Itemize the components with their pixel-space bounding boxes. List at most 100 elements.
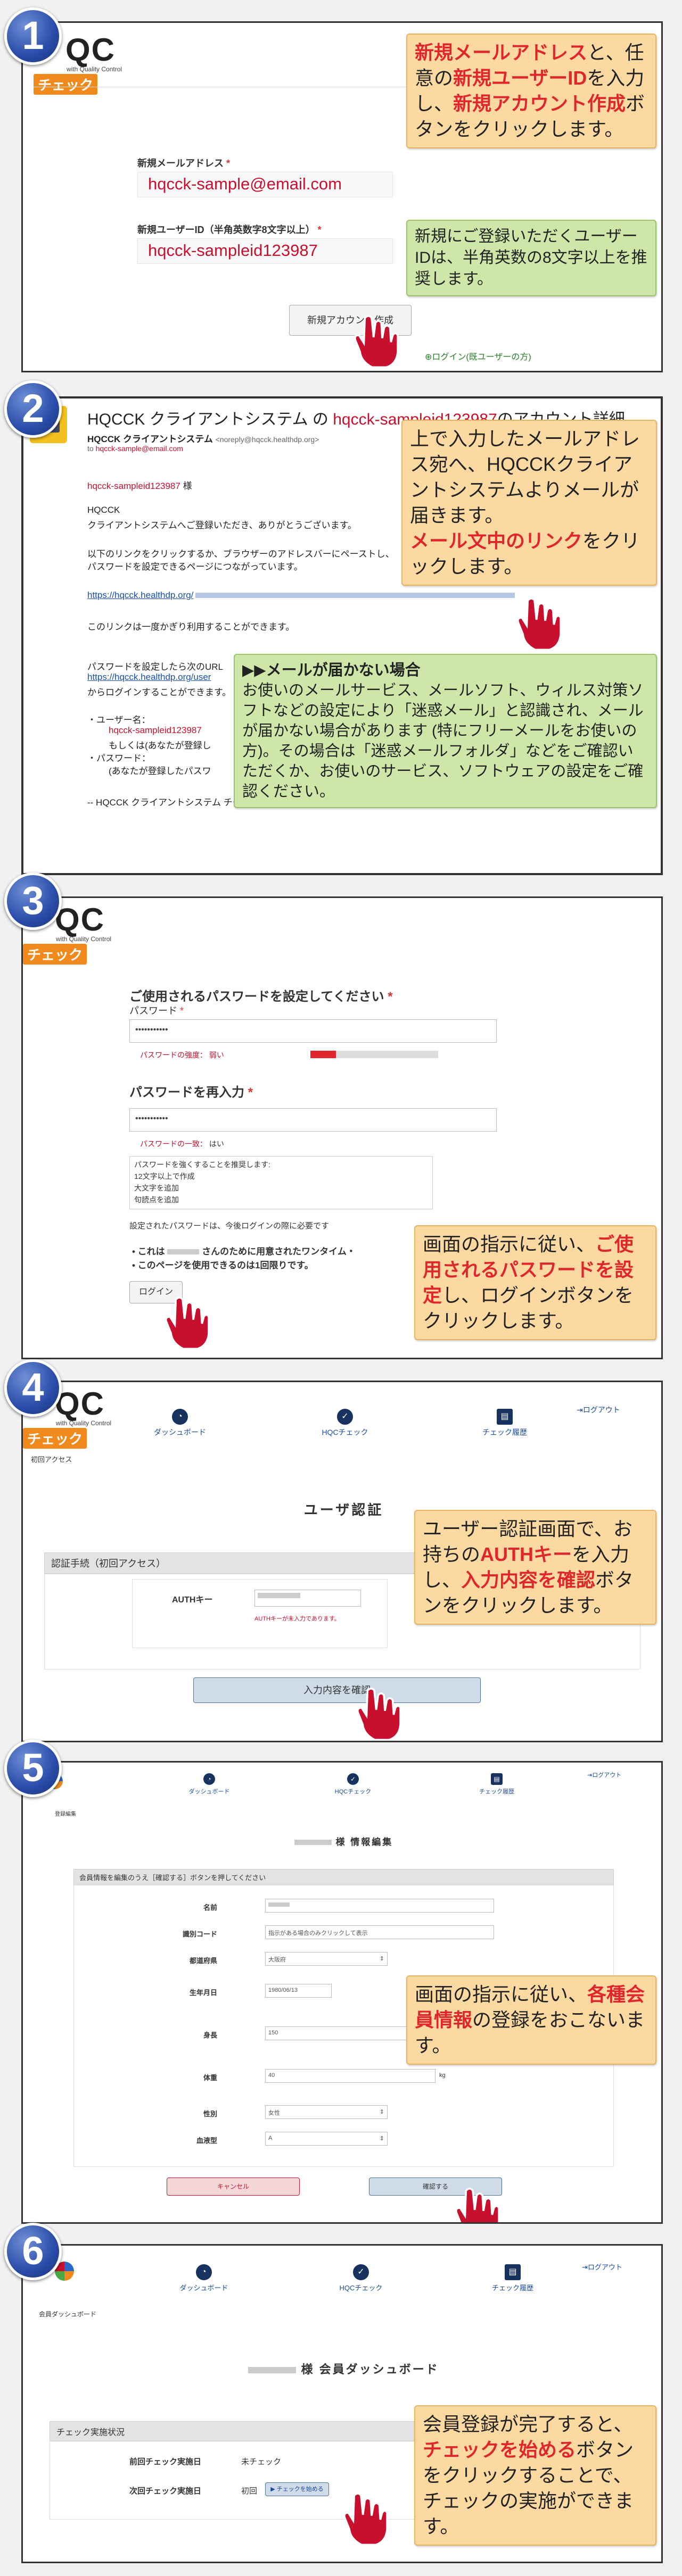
userid-value: hqcck-sampleid123987 <box>148 241 318 260</box>
strength-meter <box>310 1051 438 1058</box>
field-label-prefecture: 都道府県 <box>189 1957 217 1965</box>
start-check-button[interactable]: ▶ チェックを始める <box>265 2482 329 2496</box>
step-number-5: 5 <box>4 1740 62 1797</box>
name-input[interactable] <box>265 1899 494 1913</box>
nav-history[interactable]: ▤ チェック履歴 <box>475 2264 550 2292</box>
mail-body-2: クライアントシステムへご登録いただき、ありがとうございます。 <box>87 520 357 530</box>
step4-panel: QC with Quality Control チェック ◔ ダッシュボード ✓ HQC… <box>21 1381 663 1742</box>
mail-body-5: このリンクは一度かぎり利用することができます。 <box>87 622 295 632</box>
cancel-button[interactable]: キャンセル <box>167 2178 300 2196</box>
next-check-value: 初回 <box>241 2487 258 2496</box>
field-label-gender: 性別 <box>203 2110 217 2118</box>
strength-meter-fill <box>310 1051 336 1058</box>
step2-callout: 上で入力したメールアドレス宛へ、HQCCKクライアントシステムよりメールが届きま… <box>401 420 657 586</box>
step6-panel: ◔ ダッシュボード ✓ HQCチェック ▤ チェック履歴 ⇥ログアウト 会員ダッシュボ… <box>21 2244 663 2563</box>
mail-body-1: HQCCK <box>87 505 120 515</box>
history-icon: ▤ <box>491 1773 503 1785</box>
field-label-height: 身長 <box>203 2031 217 2039</box>
last-check-value: 未チェック <box>241 2457 282 2466</box>
check-icon: ✓ <box>347 1773 359 1785</box>
nav-dashboard[interactable]: ◔ ダッシュボード <box>177 1773 241 1796</box>
field-label-birthday: 生年月日 <box>189 1989 217 1997</box>
strength-label: パスワードの強度： 弱い <box>140 1051 224 1059</box>
gauge-icon: ◔ <box>203 1773 215 1785</box>
userid-label: 新規ユーザーID（半角英数字8文字以上） * <box>137 225 322 235</box>
field-label-weight: 体重 <box>203 2074 217 2082</box>
breadcrumb: 初回アクセス <box>31 1456 72 1464</box>
logo-check-badge: チェック <box>34 74 98 95</box>
mail-pass-note: (あなたが登録したパスワ <box>109 766 211 776</box>
pw-title: ご使用されるパスワードを設定してください * <box>129 990 393 1004</box>
step2-green-callout: ▶▶メールが届かない場合 お使いのメールサービス、メールソフト、ウィルス対策ソフト… <box>234 654 657 808</box>
prefecture-select[interactable]: 大阪府 ⇕ <box>265 1952 388 1966</box>
mail-link-1[interactable]: https://hqcck.healthdp.org/ <box>87 590 515 601</box>
mail-user-value: hqcck-sampleid123987 <box>109 725 202 735</box>
pw-note: 設定されたパスワードは、今後ログインの際に必要です <box>129 1221 330 1231</box>
logout-link[interactable]: ⇥ログアウト <box>582 2262 622 2272</box>
mail-user-note: もしくは(あなたが登録し <box>109 741 211 751</box>
password-tips: パスワードを強くすることを推奨します: 12文字以上で作成 大文字を追加 句読点を追加 <box>129 1156 433 1209</box>
code-input[interactable]: 指示がある場合のみクリックして表示 <box>265 1925 494 1939</box>
next-check-label: 次回チェック実施日 <box>129 2487 202 2496</box>
hand-pointer-icon <box>165 1297 210 1350</box>
nav-dashboard[interactable]: ◔ ダッシュボード <box>167 2264 241 2292</box>
logout-link[interactable]: ⇥ログアウト <box>587 1771 621 1779</box>
mail-link-2[interactable]: https://hqcck.healthdp.org/user <box>87 672 211 683</box>
play-icon: ▶ <box>270 2486 275 2492</box>
mail-sender: HQCCK クライアントシステム <noreply@hqcck.healthdp… <box>87 434 319 444</box>
email-label: 新規メールアドレス * <box>137 158 231 169</box>
nav-hqc-check[interactable]: ✓ HQCチェック <box>310 1409 380 1437</box>
check-icon: ✓ <box>353 2264 369 2280</box>
step-number-4: 4 <box>4 1359 62 1417</box>
nav-history[interactable]: ▤ チェック履歴 <box>470 1409 539 1437</box>
once-note: • このページを使用できるのは1回限りです。 <box>132 1260 314 1270</box>
logo-subtitle: with Quality Control <box>67 65 122 73</box>
section-header: 会員情報を編集のうえ［確認する］ボタンを押してください <box>73 1869 614 1885</box>
step2-panel: HQCCK クライアントシステム の hqcck-sampleid123987の… <box>21 396 663 875</box>
logout-link[interactable]: ⇥ログアウト <box>577 1405 620 1415</box>
field-label-blood: 血液型 <box>196 2137 217 2145</box>
page-title: 様 情報編集 <box>23 1834 661 1848</box>
history-icon: ▤ <box>505 2264 521 2280</box>
weight-input[interactable]: 40 <box>265 2069 436 2083</box>
email-value: hqcck-sample@email.com <box>148 174 342 193</box>
birthday-input[interactable]: 1980/06/13 <box>265 1984 332 1998</box>
nav-dashboard[interactable]: ◔ ダッシュボード <box>145 1409 215 1437</box>
mail-to: to hqcck-sample@email.com <box>87 444 183 453</box>
step3-panel: QC with Quality Control チェック ご使用されるパスワードを設… <box>21 896 663 1359</box>
step1-panel: QC with Quality Control チェック 新規メールアドレスと、… <box>21 21 663 372</box>
hand-pointer-icon <box>354 315 399 369</box>
logo-text: QC <box>65 32 116 68</box>
mail-body-6: パスワードを設定したら次のURL <box>87 662 224 672</box>
password-field[interactable]: ••••••••••• <box>129 1019 497 1043</box>
step5-panel: ◔ ダッシュボード ✓ HQCチェック ▤ チェック履歴 ⇥ログアウト 登録編集 様 … <box>21 1761 663 2224</box>
gender-select[interactable]: 女性 ⇕ <box>265 2105 388 2119</box>
hand-pointer-icon <box>455 2188 500 2222</box>
nav-hqc-check[interactable]: ✓ HQCチェック <box>321 1773 385 1796</box>
match-label: パスワードの一致： はい <box>140 1140 224 1148</box>
history-icon: ▤ <box>497 1409 513 1425</box>
blood-select[interactable]: A ⇕ <box>265 2132 388 2146</box>
mail-team: -- HQCCK クライアントシステム チーム <box>87 797 251 808</box>
login-link[interactable]: ⊕ログイン(既ユーザーの方) <box>425 350 531 362</box>
nav-hqc-check[interactable]: ✓ HQCチェック <box>324 2264 398 2292</box>
step-number-1: 1 <box>4 7 62 65</box>
step1-callout: 新規メールアドレスと、任意の新規ユーザーIDを入力し、新規アカウント作成ボタンを… <box>406 34 656 148</box>
nav-history[interactable]: ▤ チェック履歴 <box>465 1773 529 1796</box>
hand-pointer-icon <box>343 2492 388 2546</box>
password-confirm-field[interactable]: ••••••••••• <box>129 1108 497 1132</box>
step-number-6: 6 <box>4 2223 62 2280</box>
step5-callout: 画面の指示に従い、各種会員情報の登録をおこないます。 <box>406 1975 656 2065</box>
check-icon: ✓ <box>337 1409 353 1425</box>
weight-unit: kg <box>439 2072 446 2079</box>
field-label-name: 名前 <box>203 1904 217 1912</box>
auth-key-input[interactable] <box>254 1590 361 1607</box>
step6-callout: 会員登録が完了すると、チェックを始めるボタンをクリックすることで、チェックの実施… <box>414 2405 656 2546</box>
step1-green-callout: 新規にご登録いただくユーザーIDは、半角英数の8文字以上を推奨します。 <box>406 220 656 296</box>
mail-greeting: hqcck-sampleid123987 様 <box>87 481 192 491</box>
confirm-input-button[interactable]: 入力内容を確認 <box>193 1677 481 1703</box>
reenter-title: パスワードを再入力 * <box>129 1085 253 1100</box>
step-number-2: 2 <box>4 380 62 438</box>
step3-callout: 画面の指示に従い、ご使用されるパスワードを設定し、ログインボタンをクリックします… <box>414 1225 656 1340</box>
mail-user-label: ・ユーザー名： <box>87 715 151 725</box>
